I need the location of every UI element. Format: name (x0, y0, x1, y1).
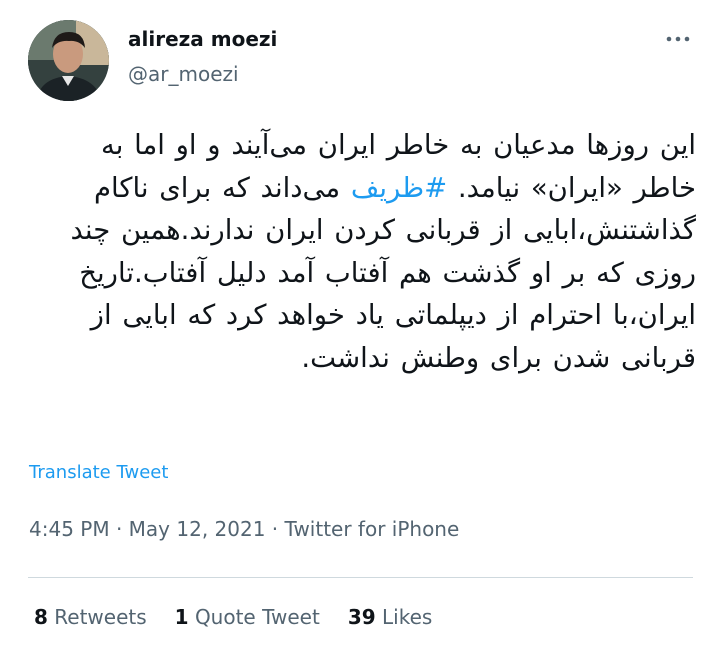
translate-tweet-link[interactable]: Translate Tweet (29, 462, 168, 483)
likes-count: 39 (347, 605, 376, 629)
retweets-label: Retweets (54, 605, 147, 629)
hashtag-link[interactable]: #ظریف (351, 172, 447, 204)
likes-label: Likes (382, 605, 433, 629)
more-horizontal-icon[interactable] (661, 28, 695, 50)
tweet-date[interactable]: May 12, 2021 (129, 517, 266, 541)
retweets-stat[interactable]: 8 Retweets (34, 605, 147, 629)
meta-separator: · (109, 517, 129, 541)
tweet-metadata: 4:45 PM · May 12, 2021 · Twitter for iPh… (29, 517, 459, 541)
display-name[interactable]: alireza moezi (128, 27, 277, 51)
likes-stat[interactable]: 39 Likes (348, 605, 433, 629)
user-handle[interactable]: @ar_moezi (128, 62, 239, 86)
retweets-count: 8 (34, 605, 48, 629)
tweet-time[interactable]: 4:45 PM (29, 517, 110, 541)
quote-tweets-count: 1 (174, 605, 189, 629)
meta-separator: · (265, 517, 285, 541)
quote-tweets-label: Quote Tweet (194, 605, 320, 629)
divider (28, 577, 693, 578)
tweet-text: این روزها مدعیان به خاطر ایران می‌آیند و… (30, 124, 697, 379)
tweet-source[interactable]: Twitter for iPhone (285, 517, 460, 541)
avatar[interactable] (28, 20, 109, 101)
profile-photo-icon (28, 20, 109, 101)
quote-tweets-stat[interactable]: 1 Quote Tweet (175, 605, 320, 629)
tweet-stats: 8 Retweets 1 Quote Tweet 39 Likes (34, 605, 432, 629)
